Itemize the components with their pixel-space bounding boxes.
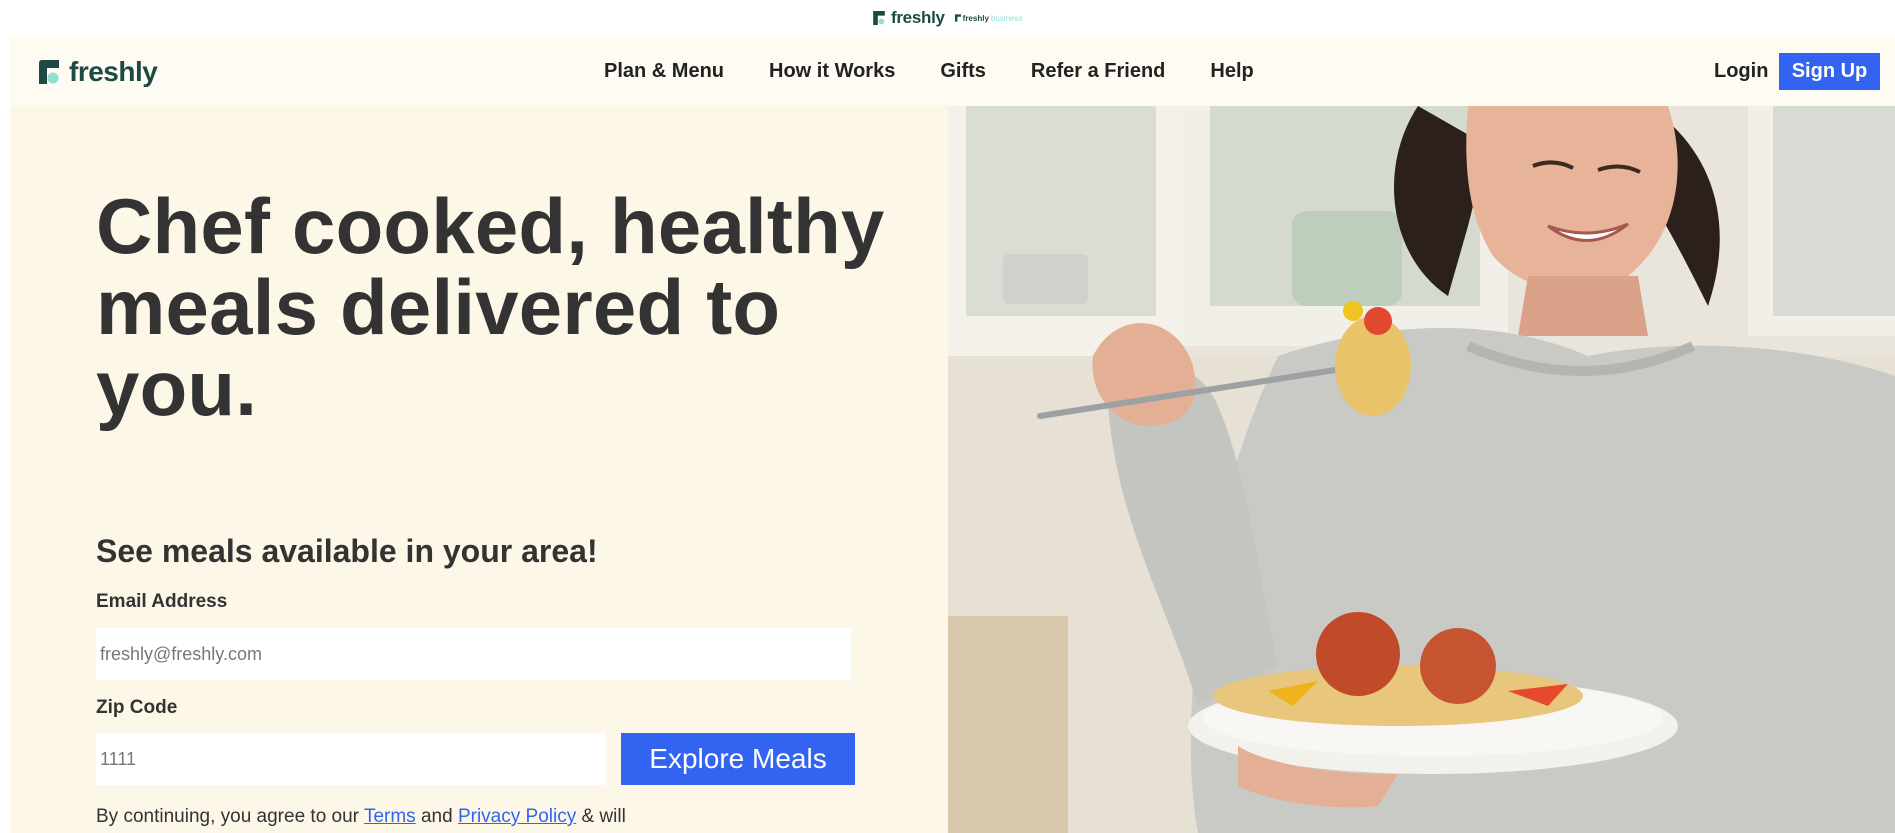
privacy-policy-link[interactable]: Privacy Policy (458, 806, 576, 827)
business-logo[interactable]: freshly business (954, 13, 1023, 23)
top-brand[interactable]: freshly freshly business (873, 8, 1022, 28)
zip-field[interactable]: 1111 (96, 733, 606, 785)
email-placeholder: freshly@freshly.com (100, 643, 262, 664)
top-wordmark: freshly (891, 8, 945, 27)
top-brand-strip: freshly freshly business (0, 0, 1895, 36)
brand-logo[interactable]: freshly (39, 56, 158, 88)
signup-button[interactable]: Sign Up (1779, 53, 1880, 90)
freshly-logo-icon (39, 60, 59, 84)
main-nav: Plan & Menu How it Works Gifts Refer a F… (604, 60, 1299, 83)
nav-gifts[interactable]: Gifts (940, 60, 986, 83)
site-header: freshly Plan & Menu How it Works Gifts R… (10, 36, 1895, 106)
hero-subhead: See meals available in your area! (96, 533, 598, 569)
login-link[interactable]: Login (1714, 60, 1768, 83)
zip-label: Zip Code (96, 697, 178, 718)
nav-help[interactable]: Help (1210, 60, 1253, 83)
hero-image (948, 106, 1895, 833)
zip-value: 1111 (100, 748, 137, 769)
legal-and: and (415, 806, 458, 827)
hero-panel: Chef cooked, healthy meals delivered to … (10, 106, 948, 833)
hero-headline: Chef cooked, healthy meals delivered to … (96, 182, 885, 432)
woman-eating-pasta-image (948, 106, 1895, 833)
nav-plan-menu[interactable]: Plan & Menu (604, 60, 724, 83)
legal-text: By continuing, you agree to our Terms an… (96, 806, 626, 828)
nav-how-it-works[interactable]: How it Works (769, 60, 895, 83)
nav-refer-a-friend[interactable]: Refer a Friend (1031, 60, 1165, 83)
explore-meals-button[interactable]: Explore Meals (621, 733, 855, 785)
freshly-logo-icon (873, 11, 885, 25)
business-logo-word-a: freshly (962, 13, 989, 23)
terms-link[interactable]: Terms (364, 806, 416, 827)
legal-suffix: & will (576, 806, 626, 827)
brand-name: freshly (69, 56, 158, 87)
legal-prefix: By continuing, you agree to our (96, 806, 364, 827)
freshly-business-logo-icon (954, 14, 961, 22)
business-logo-word-b: business (990, 13, 1023, 23)
email-label: Email Address (96, 591, 228, 612)
email-field[interactable]: freshly@freshly.com (96, 628, 851, 680)
